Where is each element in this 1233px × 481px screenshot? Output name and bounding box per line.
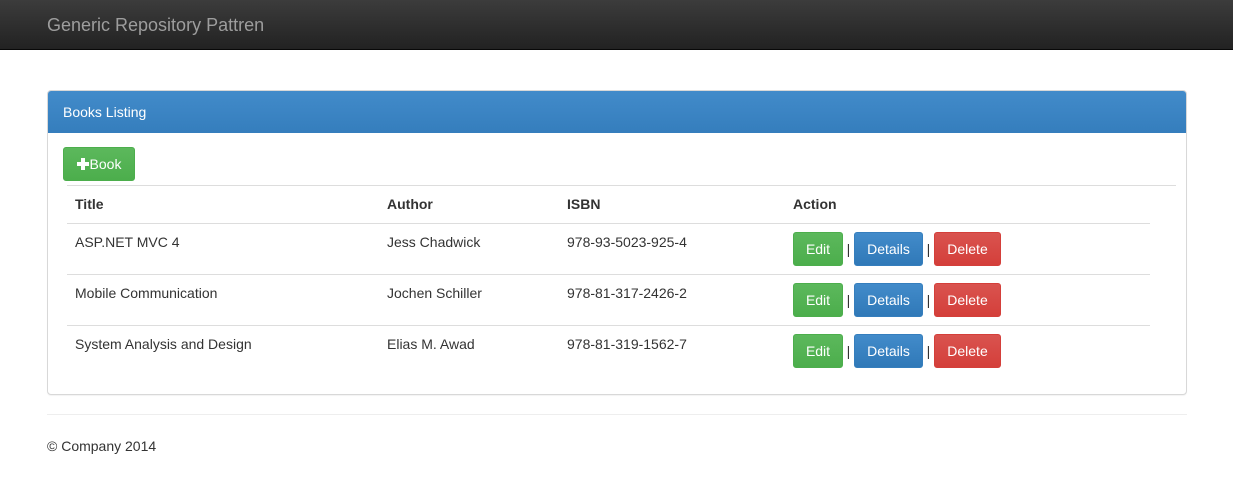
action-separator: | xyxy=(846,240,851,257)
details-button[interactable]: Details xyxy=(854,333,923,368)
book-title: System Analysis and Design xyxy=(75,335,252,352)
action-cell: Edit | Details | Delete xyxy=(785,223,1150,275)
add-book-label: Book xyxy=(89,156,122,172)
books-panel: Books Listing Book Title Author ISBN Act… xyxy=(47,90,1187,395)
action-cell: Edit | Details | Delete xyxy=(785,325,1150,376)
action-separator: | xyxy=(926,342,931,359)
edit-button[interactable]: Edit xyxy=(793,231,843,266)
delete-button[interactable]: Delete xyxy=(934,231,1001,266)
details-button[interactable]: Details xyxy=(854,231,923,266)
table-row: ASP.NET MVC 4 Jess Chadwick 978-93-5023-… xyxy=(67,223,1150,275)
action-separator: | xyxy=(846,342,851,359)
book-isbn: 978-81-317-2426-2 xyxy=(559,274,785,326)
navbar: Generic Repository Pattren xyxy=(0,0,1233,50)
delete-button[interactable]: Delete xyxy=(934,282,1001,317)
details-button[interactable]: Details xyxy=(854,282,923,317)
book-isbn: 978-93-5023-925-4 xyxy=(559,223,785,275)
action-separator: | xyxy=(926,240,931,257)
edit-button[interactable]: Edit xyxy=(793,282,843,317)
panel-heading: Books Listing xyxy=(48,91,1186,133)
action-separator: | xyxy=(846,291,851,308)
footer-divider xyxy=(47,414,1187,415)
book-author: Jochen Schiller xyxy=(379,274,559,326)
table-header-row: Title Author ISBN Action xyxy=(67,186,1150,224)
header-action: Action xyxy=(785,186,1150,224)
action-cell: Edit | Details | Delete xyxy=(785,274,1150,326)
book-isbn: 978-81-319-1562-7 xyxy=(567,335,687,352)
book-author: Elias M. Awad xyxy=(387,335,475,352)
header-title: Title xyxy=(67,186,379,224)
book-author: Jess Chadwick xyxy=(379,223,559,275)
books-table: Title Author ISBN Action ASP.NET MVC 4 J… xyxy=(67,186,1150,376)
edit-button[interactable]: Edit xyxy=(793,333,843,368)
header-author: Author xyxy=(379,186,559,224)
footer-copyright: © Company 2014 xyxy=(47,438,157,454)
navbar-brand[interactable]: Generic Repository Pattren xyxy=(47,15,264,35)
plus-icon xyxy=(76,158,89,170)
add-book-button[interactable]: Book xyxy=(63,147,135,181)
book-title: Mobile Communication xyxy=(67,274,379,326)
table-row: Mobile Communication Jochen Schiller 978… xyxy=(67,274,1150,326)
action-separator: | xyxy=(926,291,931,308)
header-isbn: ISBN xyxy=(559,186,785,224)
delete-button[interactable]: Delete xyxy=(934,333,1001,368)
table-row: System Analysis and Design Elias M. Awad… xyxy=(67,325,1150,376)
book-title: ASP.NET MVC 4 xyxy=(67,223,379,275)
